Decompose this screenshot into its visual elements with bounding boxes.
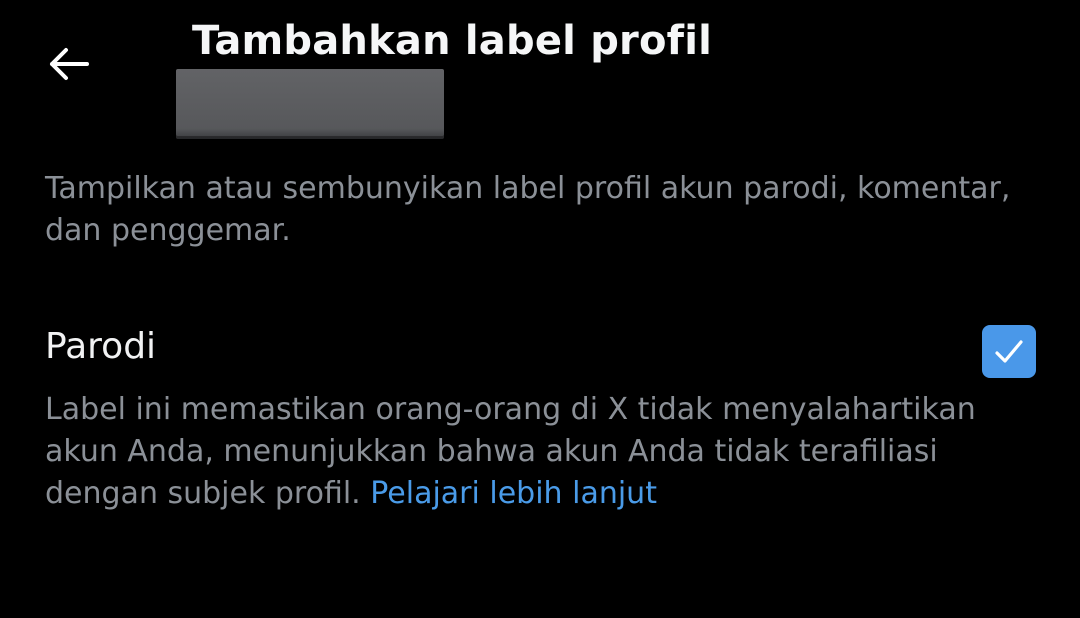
parody-checkbox[interactable] (982, 325, 1036, 378)
checkmark-icon (995, 339, 1023, 363)
page-title: Tambahkan label profil (192, 18, 713, 64)
back-button[interactable] (40, 38, 98, 90)
redacted-username-block (176, 69, 444, 139)
parody-option-label: Parodi (45, 326, 157, 367)
parody-option-description: Label ini memastikan orang-orang di X ti… (45, 389, 1035, 515)
learn-more-link[interactable]: Pelajari lebih lanjut (370, 476, 657, 511)
page-description: Tampilkan atau sembunyikan label profil … (45, 171, 1011, 248)
arrow-left-icon (50, 48, 89, 80)
